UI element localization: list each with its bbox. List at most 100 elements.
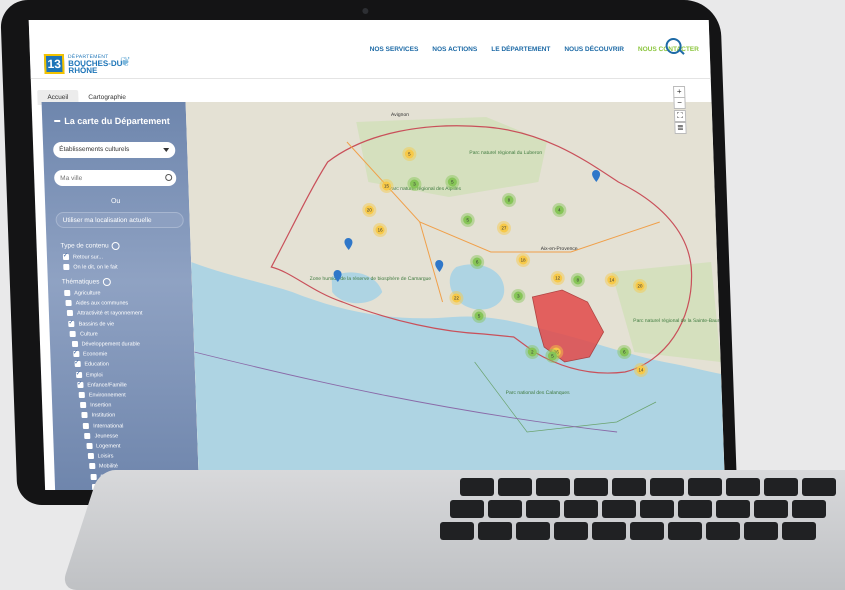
theme-checkbox[interactable]: Logement	[85, 443, 121, 449]
content-type-label: Type de contenu	[60, 242, 109, 250]
theme-checkbox[interactable]: Développement durable	[71, 341, 140, 347]
theme-checkbox[interactable]: Economie	[72, 351, 108, 358]
sidebar-title: La carte du Département	[64, 116, 170, 126]
checkbox-icon[interactable]	[85, 443, 93, 449]
checkbox-icon[interactable]	[90, 473, 97, 480]
nav-services[interactable]: NOS SERVICES	[370, 46, 419, 53]
checkbox-icon[interactable]	[74, 361, 81, 368]
checkbox-icon[interactable]	[81, 412, 88, 419]
nav-actions[interactable]: NOS ACTIONS	[432, 46, 477, 53]
keyboard-key	[678, 500, 712, 518]
checkbox-icon[interactable]	[68, 320, 75, 327]
cluster-count: 14	[609, 278, 615, 283]
checkbox-icon[interactable]	[72, 351, 80, 358]
content-type-checkbox[interactable]: On le dit, on le fait	[63, 264, 118, 270]
theme-checkbox[interactable]: Mobilité	[88, 463, 118, 470]
checkbox-icon[interactable]	[71, 341, 78, 347]
checkbox-icon[interactable]	[75, 371, 82, 378]
keyboard-key	[516, 522, 550, 540]
checkbox-icon[interactable]	[78, 392, 85, 398]
category-select[interactable]: Établissements culturels	[52, 142, 176, 158]
cluster-count: 20	[367, 208, 373, 213]
theme-checkbox[interactable]: International	[83, 422, 124, 429]
theme-checkbox[interactable]: Jeunesse	[84, 432, 118, 439]
map-place-label: Parc naturel régional du Luberon	[469, 150, 542, 156]
zoom-out-button[interactable]: −	[673, 97, 686, 109]
checkbox-label: Retour sur...	[72, 254, 104, 261]
keyboard-key	[592, 522, 626, 540]
checkbox-icon[interactable]	[65, 300, 72, 307]
map-pin-icon[interactable]	[592, 170, 601, 182]
theme-checkbox[interactable]: Culture	[69, 330, 98, 338]
theme-checkbox[interactable]: Enfance/Famille	[77, 381, 127, 388]
search-icon[interactable]	[665, 38, 682, 54]
cluster-count: 20	[637, 284, 643, 289]
checkbox-icon[interactable]	[67, 310, 74, 317]
checkbox-icon[interactable]	[63, 264, 70, 270]
checkbox-icon[interactable]	[84, 432, 91, 439]
theme-checkbox[interactable]: Insertion	[80, 402, 111, 409]
keyboard-key	[754, 500, 788, 518]
city-input[interactable]	[53, 170, 177, 186]
keyboard-key	[650, 478, 684, 496]
keyboard	[440, 478, 845, 558]
marker-cluster[interactable]: 27	[496, 221, 511, 235]
map-view[interactable]: Avignon Parc naturel régional du Luberon P…	[185, 102, 726, 490]
theme-checkbox[interactable]: Aides aux communes	[65, 300, 128, 307]
marker-cluster[interactable]: 16	[373, 223, 388, 237]
logo-mark: 13	[43, 54, 65, 74]
keyboard-key	[612, 478, 646, 496]
map-canvas[interactable]: Avignon Parc naturel régional du Luberon P…	[186, 102, 726, 490]
keyboard-key	[640, 500, 674, 518]
theme-checkbox[interactable]: Education	[74, 361, 109, 368]
checkbox-icon[interactable]	[62, 254, 70, 260]
minus-circle-icon[interactable]	[102, 278, 111, 286]
checkbox-label: Attractivité et rayonnement	[77, 310, 143, 317]
keyboard-key	[460, 478, 494, 496]
map-pin-icon[interactable]	[344, 238, 353, 250]
minus-circle-icon[interactable]	[111, 242, 120, 250]
checkbox-icon[interactable]	[80, 402, 87, 409]
map-place-label: Parc naturel régional de la Sainte-Baume	[633, 318, 725, 324]
theme-checkbox[interactable]: Agriculture	[64, 290, 101, 296]
main-nav: NOS SERVICES NOS ACTIONS LE DÉPARTEMENT …	[370, 46, 699, 53]
content-type-heading: Type de contenu	[60, 242, 120, 250]
theme-checkbox[interactable]: Environnement	[78, 392, 126, 398]
tree-icon: ❦	[119, 54, 132, 69]
marker-cluster[interactable]: 12	[550, 271, 565, 285]
marker-cluster[interactable]: 18	[516, 253, 531, 267]
checkbox-label: Bassins de vie	[78, 321, 115, 328]
keyboard-key	[574, 478, 608, 496]
marker-cluster[interactable]: 5	[460, 213, 475, 227]
keyboard-key	[688, 478, 722, 496]
theme-checkbox[interactable]: Bassins de vie	[68, 320, 115, 328]
nav-departement[interactable]: LE DÉPARTEMENT	[491, 46, 550, 53]
theme-checkbox[interactable]: Institution	[81, 412, 115, 419]
checkbox-icon[interactable]	[87, 453, 94, 460]
theme-checkbox[interactable]: Attractivité et rayonnement	[67, 310, 143, 317]
checkbox-icon[interactable]	[64, 290, 71, 296]
checkbox-icon[interactable]	[77, 381, 84, 388]
checkbox-icon[interactable]	[83, 422, 90, 429]
map-sidebar: La carte du Département Établissements c…	[41, 102, 200, 490]
marker-cluster[interactable]: 4	[552, 203, 567, 217]
content-type-checkbox[interactable]: Retour sur...	[62, 254, 104, 261]
checkbox-icon[interactable]	[69, 330, 77, 337]
marker-cluster[interactable]: 8	[501, 193, 516, 207]
nav-decouvrir[interactable]: NOUS DÉCOUVRIR	[564, 46, 624, 53]
search-icon[interactable]	[165, 174, 173, 181]
layers-icon[interactable]: ≣	[674, 122, 687, 134]
marker-cluster[interactable]: 3	[511, 289, 526, 303]
keyboard-key	[526, 500, 560, 518]
checkbox-icon[interactable]	[88, 463, 96, 470]
map-pin-icon[interactable]	[435, 260, 444, 272]
department-logo[interactable]: 13 DÉPARTEMENT BOUCHES-DU-RHÔNE ❦	[43, 54, 135, 76]
use-location-button[interactable]: Utiliser ma localisation actuelle	[55, 212, 184, 228]
theme-checkbox[interactable]: Loisirs	[87, 453, 114, 460]
checkbox-label: Culture	[79, 331, 98, 338]
marker-cluster[interactable]: 20	[362, 203, 377, 217]
theme-checkbox[interactable]: Emploi	[75, 371, 103, 378]
marker-cluster[interactable]: 8	[570, 273, 585, 287]
fullscreen-icon[interactable]: ⛶	[673, 110, 687, 122]
checkbox-label: Economie	[82, 351, 108, 358]
